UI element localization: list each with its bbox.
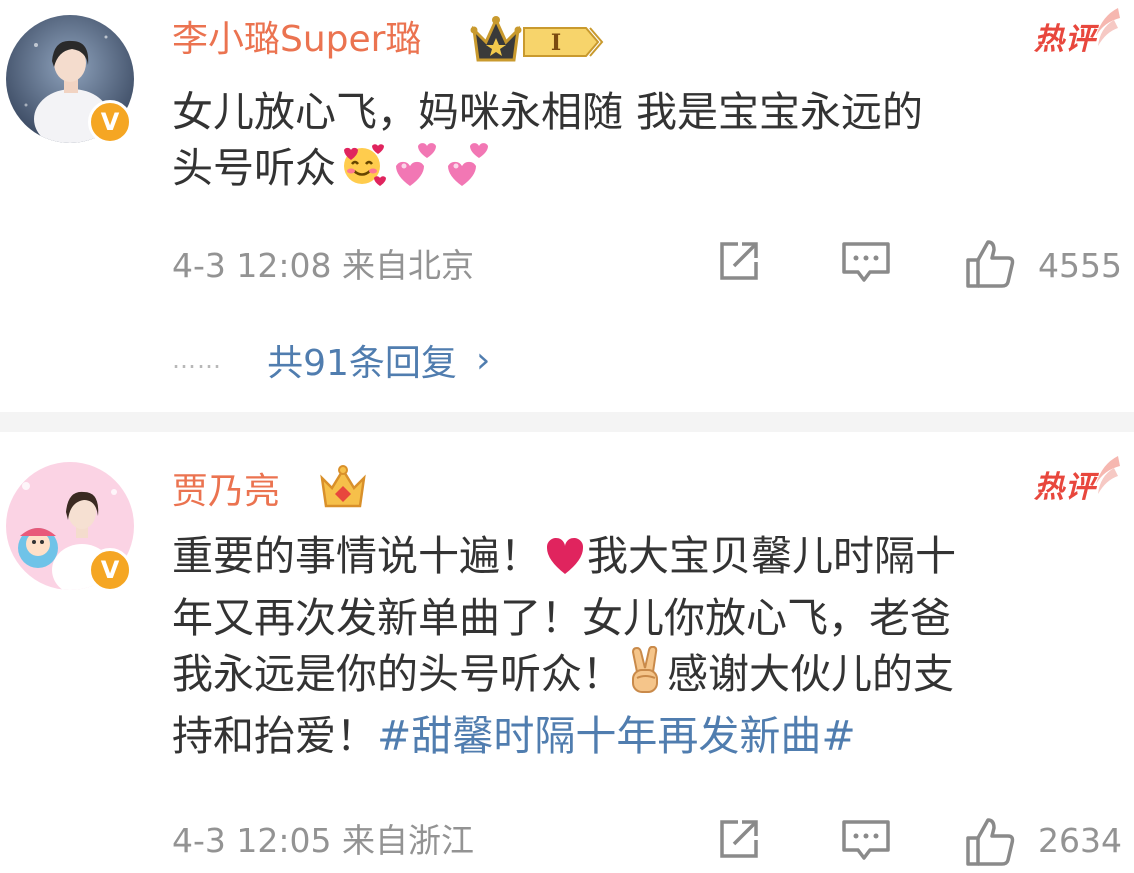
replies-label[interactable]: 共91条回复 bbox=[267, 343, 457, 384]
like-icon[interactable] bbox=[964, 238, 1016, 294]
svg-text:I: I bbox=[551, 30, 561, 56]
ellipsis: …… bbox=[172, 346, 222, 374]
comment-line: 年又再次发新单曲了！女儿你放心飞，老爸 bbox=[172, 594, 951, 642]
comment-line: 持和抬爱！#甜馨时隔十年再发新曲# bbox=[172, 708, 1122, 764]
hot-comment-label: 热评 bbox=[1034, 470, 1096, 505]
verified-badge: V bbox=[88, 548, 132, 592]
revolving-hearts-emoji bbox=[440, 140, 490, 202]
comment-meta: 4-3 12:05 来自浙江 bbox=[172, 821, 474, 861]
divider bbox=[0, 412, 1134, 432]
comment-line-text: 重要的事情说十遍！ bbox=[172, 532, 541, 580]
smiling-face-with-hearts-emoji bbox=[338, 140, 386, 202]
verified-badge: V bbox=[88, 100, 132, 144]
comment-line: 头号听众 bbox=[172, 140, 1122, 202]
member-crown-badge[interactable]: I bbox=[470, 14, 606, 74]
comment-text: 重要的事情说十遍！ 我大宝贝馨儿时隔十 年又再次发新单曲了！女儿你放心飞，老爸 我… bbox=[172, 528, 1122, 764]
comment-text: 女儿放心飞，妈咪永相随 我是宝宝永远的 头号听众 bbox=[172, 84, 1122, 202]
username[interactable]: 贾乃亮 bbox=[172, 470, 280, 514]
comment-icon[interactable] bbox=[840, 238, 892, 292]
like-count: 4555 bbox=[1038, 246, 1122, 285]
comment-card: V 贾乃亮 热评 重要的事情说十遍！ 我大宝贝馨儿时隔十 年又再次发新单曲了！女儿… bbox=[0, 440, 1134, 873]
hot-comment-label: 热评 bbox=[1034, 22, 1096, 57]
location: 来自北京 bbox=[342, 246, 474, 285]
comment-card: V 李小璐Super璐 I 热评 女儿放心飞，妈咪永相随 我是宝宝永远的 头号听… bbox=[0, 0, 1134, 405]
like-count: 2634 bbox=[1038, 821, 1122, 860]
username[interactable]: 李小璐Super璐 bbox=[172, 18, 421, 62]
share-icon[interactable] bbox=[714, 816, 762, 868]
timestamp: 4-3 12:08 bbox=[172, 246, 332, 285]
comment-line-text: 我大宝贝馨儿时隔十 bbox=[587, 532, 956, 580]
chevron-right-icon: › bbox=[476, 339, 491, 381]
comment-line-text: 持和抬爱！ bbox=[172, 712, 377, 760]
revolving-hearts-emoji bbox=[388, 140, 438, 202]
comment-line-text: 头号听众 bbox=[172, 144, 336, 192]
like-icon[interactable] bbox=[964, 816, 1016, 872]
comment-line-text: 感谢大伙儿的支 bbox=[667, 650, 954, 698]
member-crown-badge[interactable] bbox=[318, 464, 368, 516]
comment-line: 重要的事情说十遍！ 我大宝贝馨儿时隔十 bbox=[172, 528, 1122, 590]
comment-icon[interactable] bbox=[840, 816, 892, 870]
location: 来自浙江 bbox=[342, 821, 474, 860]
hashtag-link[interactable]: #甜馨时隔十年再发新曲# bbox=[377, 712, 856, 760]
replies-link[interactable]: …… 共91条回复 › bbox=[172, 334, 490, 386]
victory-hand-emoji bbox=[625, 645, 667, 708]
timestamp: 4-3 12:05 bbox=[172, 821, 332, 860]
comment-line: 我永远是你的头号听众！ 感谢大伙儿的支 bbox=[172, 645, 1122, 708]
comment-meta: 4-3 12:08 来自北京 bbox=[172, 246, 474, 286]
comment-line: 女儿放心飞，妈咪永相随 我是宝宝永远的 bbox=[172, 88, 924, 136]
comment-line-text: 我永远是你的头号听众！ bbox=[172, 650, 623, 698]
red-heart-emoji bbox=[543, 532, 587, 590]
share-icon[interactable] bbox=[714, 238, 762, 290]
